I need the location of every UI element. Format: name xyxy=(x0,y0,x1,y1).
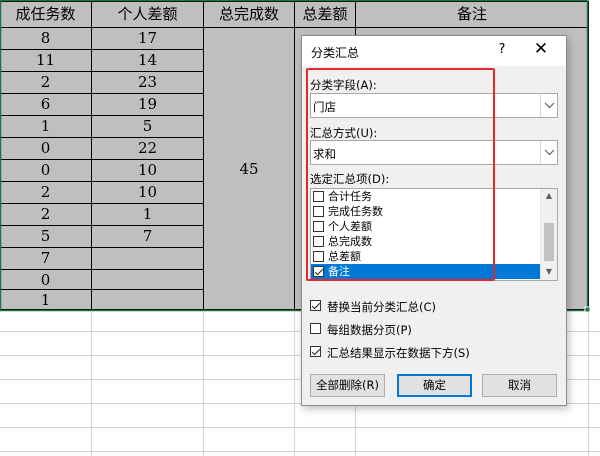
cell-diff[interactable]: 14 xyxy=(92,50,203,70)
cell-tasks[interactable]: 2 xyxy=(0,204,91,224)
scroll-thumb[interactable] xyxy=(544,223,554,261)
header-completed-tasks[interactable]: 成任务数 xyxy=(0,2,91,26)
field-checkbox[interactable] xyxy=(313,206,324,217)
cell-tasks[interactable]: 8 xyxy=(0,28,91,48)
list-item[interactable]: 完成任务数 xyxy=(311,204,541,219)
list-item[interactable]: 个人差额 xyxy=(311,219,541,234)
cell-diff[interactable]: 23 xyxy=(92,72,203,92)
list-item[interactable]: 总差额 xyxy=(311,249,541,264)
cell-tasks[interactable]: 1 xyxy=(0,290,91,310)
cell-tasks[interactable]: 11 xyxy=(0,50,91,70)
list-item-label: 总完成数 xyxy=(328,235,372,248)
list-item[interactable]: 合计任务 xyxy=(311,189,541,204)
cell-tasks[interactable]: 1 xyxy=(0,116,91,136)
summary-below-label: 汇总结果显示在数据下方(S) xyxy=(327,346,470,360)
cell-tasks[interactable]: 7 xyxy=(0,248,91,268)
chevron-down-icon[interactable] xyxy=(540,141,557,164)
cell-diff[interactable]: 22 xyxy=(92,138,203,158)
chevron-down-icon[interactable] xyxy=(540,94,557,117)
cell-diff[interactable]: 1 xyxy=(92,204,203,224)
field-checkbox[interactable] xyxy=(313,236,324,247)
list-item-label: 总差额 xyxy=(328,250,361,263)
list-item-label: 备注 xyxy=(328,265,350,278)
cell-tasks[interactable]: 0 xyxy=(0,160,91,180)
field-checkbox[interactable] xyxy=(313,191,324,202)
field-checkbox[interactable] xyxy=(313,221,324,232)
group-by-label: 分类字段(A): xyxy=(310,78,377,92)
subtotal-fields-list[interactable]: 合计任务 完成任务数 个人差额 总完成数 总差额 备注 ▲ ▼ xyxy=(310,188,558,281)
cell-total-completed[interactable]: 45 xyxy=(204,159,294,179)
scroll-down-icon[interactable]: ▼ xyxy=(541,267,557,276)
summary-below-checkbox[interactable] xyxy=(310,346,321,357)
list-item[interactable]: 总完成数 xyxy=(311,234,541,249)
function-select[interactable]: 求和 xyxy=(310,140,558,165)
cell-tasks[interactable]: 0 xyxy=(0,270,91,290)
dialog-title: 分类汇总 xyxy=(311,46,360,60)
cell-tasks[interactable]: 0 xyxy=(0,138,91,158)
cell-diff[interactable]: 10 xyxy=(92,160,203,180)
cell-tasks[interactable]: 2 xyxy=(0,72,91,92)
list-item-label: 合计任务 xyxy=(328,190,372,203)
cell-tasks[interactable]: 6 xyxy=(0,94,91,114)
remove-all-button[interactable]: 全部删除(R) xyxy=(310,374,385,397)
cell-diff[interactable]: 7 xyxy=(92,226,203,246)
header-total-diff[interactable]: 总差额 xyxy=(295,2,355,26)
field-checkbox[interactable] xyxy=(313,251,324,262)
list-item-label: 个人差额 xyxy=(328,220,372,233)
cell-diff[interactable]: 17 xyxy=(92,28,203,48)
cell-diff[interactable]: 19 xyxy=(92,94,203,114)
group-by-value: 门店 xyxy=(313,100,336,114)
function-value: 求和 xyxy=(313,147,336,161)
close-icon[interactable]: ✕ xyxy=(532,40,550,58)
page-break-checkbox[interactable] xyxy=(310,323,321,334)
cell-tasks[interactable]: 2 xyxy=(0,182,91,202)
help-button[interactable]: ? xyxy=(494,42,510,57)
dialog-title-bar[interactable]: 分类汇总 ? ✕ xyxy=(302,36,566,66)
header-personal-diff[interactable]: 个人差额 xyxy=(92,2,203,26)
cell-diff[interactable]: 10 xyxy=(92,182,203,202)
summary-below-option[interactable]: 汇总结果显示在数据下方(S) xyxy=(310,344,560,360)
replace-current-checkbox[interactable] xyxy=(310,300,321,311)
header-total-completed[interactable]: 总完成数 xyxy=(204,2,294,26)
subtotal-dialog: 分类汇总 ? ✕ 分类字段(A): 门店 汇总方式(U): 求和 选定汇总项(D… xyxy=(301,35,567,406)
add-to-label: 选定汇总项(D): xyxy=(310,172,390,186)
ok-button[interactable]: 确定 xyxy=(397,374,472,397)
page-break-label: 每组数据分页(P) xyxy=(327,323,412,337)
function-label: 汇总方式(U): xyxy=(310,126,378,140)
field-checkbox[interactable] xyxy=(313,266,324,277)
scroll-up-icon[interactable]: ▲ xyxy=(541,191,557,200)
replace-current-label: 替换当前分类汇总(C) xyxy=(327,300,437,314)
list-item-selected[interactable]: 备注 xyxy=(311,264,541,279)
replace-current-option[interactable]: 替换当前分类汇总(C) xyxy=(310,298,560,314)
list-scrollbar[interactable]: ▲ ▼ xyxy=(540,189,557,280)
header-remarks[interactable]: 备注 xyxy=(356,2,588,26)
cancel-button[interactable]: 取消 xyxy=(482,374,557,397)
group-by-select[interactable]: 门店 xyxy=(310,93,558,118)
list-item-label: 完成任务数 xyxy=(328,205,383,218)
page-break-option[interactable]: 每组数据分页(P) xyxy=(310,321,560,337)
cell-tasks[interactable]: 5 xyxy=(0,226,91,246)
cell-diff[interactable]: 5 xyxy=(92,116,203,136)
